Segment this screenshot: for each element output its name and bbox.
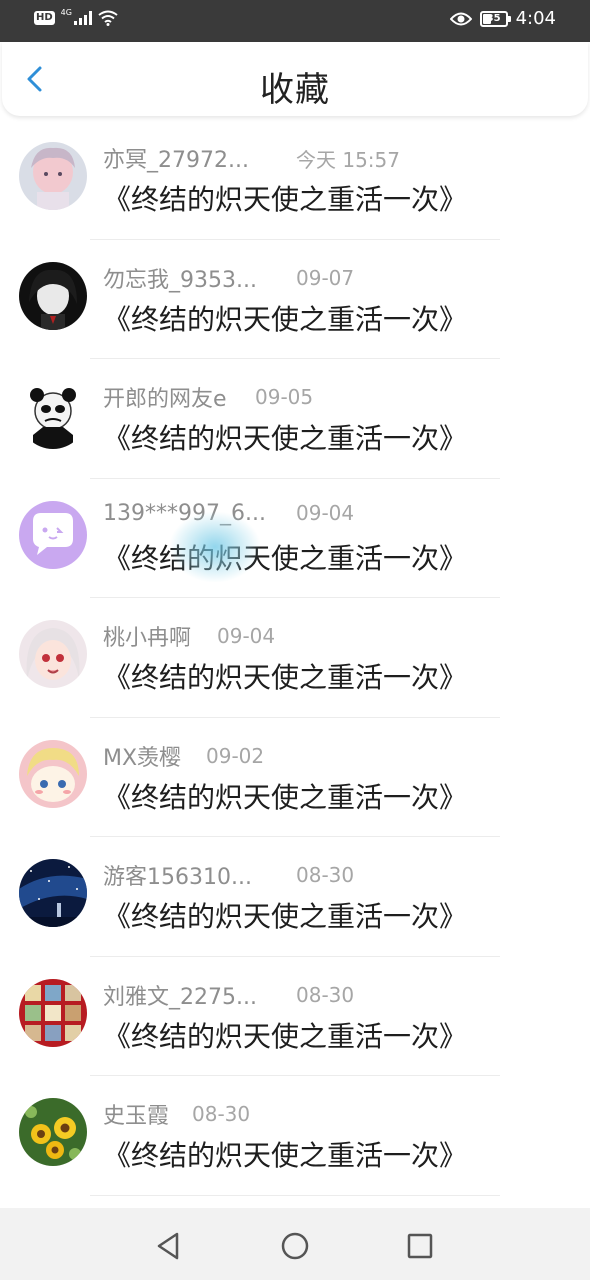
user-name[interactable]: 桃小冉啊	[103, 620, 217, 652]
avatar[interactable]	[19, 739, 87, 808]
item-time: 09-07	[296, 265, 355, 290]
square-recents-icon	[407, 1233, 433, 1259]
user-name[interactable]: 139***997_6...	[103, 501, 296, 526]
status-time: 4:04	[515, 8, 556, 29]
triangle-back-icon	[157, 1232, 179, 1260]
item-time: 09-04	[296, 501, 355, 525]
avatar[interactable]	[19, 620, 87, 688]
list-item[interactable]: 游客156310... 08-30 《终结的炽天使之重活一次》	[0, 837, 590, 957]
avatar[interactable]	[19, 142, 87, 210]
list-item[interactable]: MX羡樱 09-02 《终结的炽天使之重活一次》	[0, 718, 590, 837]
item-title[interactable]: 《终结的炽天使之重活一次》	[103, 1134, 467, 1174]
user-name[interactable]: MX羡樱	[103, 740, 206, 772]
favorites-list: 亦冥_27972... 今天 15:57 《终结的炽天使之重活一次》 勿忘我_9…	[0, 120, 590, 1196]
item-time: 09-05	[255, 385, 314, 409]
wifi-icon	[98, 10, 118, 26]
list-item[interactable]: 开郎的网友e 09-05 《终结的炽天使之重活一次》	[0, 359, 590, 479]
status-bar: HD 4G 35 4:04	[0, 0, 590, 42]
signal-icon	[73, 11, 92, 25]
divider	[90, 1194, 500, 1196]
avatar[interactable]	[19, 859, 87, 927]
item-time: 08-30	[296, 982, 355, 1007]
list-item[interactable]: 亦冥_27972... 今天 15:57 《终结的炽天使之重活一次》	[0, 120, 590, 240]
user-name[interactable]: 亦冥_27972...	[103, 142, 296, 174]
list-item[interactable]: 刘雅文_2275... 08-30 《终结的炽天使之重活一次》	[0, 957, 590, 1076]
avatar[interactable]	[19, 978, 87, 1047]
network-type-label: 4G	[60, 7, 72, 17]
item-title[interactable]: 《终结的炽天使之重活一次》	[103, 178, 467, 218]
item-title[interactable]: 《终结的炽天使之重活一次》	[103, 417, 467, 457]
user-name[interactable]: 游客156310...	[103, 859, 296, 891]
list-item[interactable]: 139***997_6... 09-04 《终结的炽天使之重活一次》	[0, 479, 590, 598]
item-title[interactable]: 《终结的炽天使之重活一次》	[103, 656, 467, 696]
battery-level: 35	[486, 12, 501, 24]
header: 收藏	[2, 42, 588, 116]
item-title[interactable]: 《终结的炽天使之重活一次》	[103, 537, 467, 577]
item-time: 今天 15:57	[296, 147, 400, 172]
list-item[interactable]: 史玉霞 08-30 《终结的炽天使之重活一次》	[0, 1076, 590, 1196]
user-name[interactable]: 史玉霞	[103, 1098, 192, 1130]
item-title[interactable]: 《终结的炽天使之重活一次》	[103, 895, 467, 935]
user-name[interactable]: 刘雅文_2275...	[103, 979, 296, 1011]
status-left: HD 4G	[34, 7, 118, 26]
item-time: 08-30	[192, 1102, 251, 1126]
list-item[interactable]: 勿忘我_9353... 09-07 《终结的炽天使之重活一次》	[0, 240, 590, 359]
item-title[interactable]: 《终结的炽天使之重活一次》	[103, 776, 467, 816]
battery-icon: 35	[479, 10, 511, 27]
item-title[interactable]: 《终结的炽天使之重活一次》	[103, 298, 467, 338]
eye-icon	[449, 12, 472, 25]
item-time: 09-04	[217, 624, 276, 648]
avatar[interactable]	[19, 1098, 87, 1166]
user-name[interactable]: 开郎的网友e	[103, 381, 255, 413]
system-nav-bar	[0, 1208, 590, 1280]
item-time: 08-30	[296, 863, 355, 887]
nav-back-button[interactable]	[150, 1228, 186, 1264]
page-title: 收藏	[260, 70, 330, 110]
nav-recents-button[interactable]	[402, 1228, 438, 1264]
hd-badge: HD	[34, 11, 55, 25]
user-name[interactable]: 勿忘我_9353...	[103, 262, 296, 294]
status-right: 35 4:04	[449, 8, 556, 29]
item-title[interactable]: 《终结的炽天使之重活一次》	[103, 1015, 467, 1055]
avatar[interactable]	[19, 261, 87, 330]
item-time: 09-02	[206, 743, 265, 768]
avatar[interactable]	[19, 381, 87, 449]
circle-home-icon	[281, 1232, 309, 1260]
avatar[interactable]	[19, 500, 87, 569]
list-item[interactable]: 桃小冉啊 09-04 《终结的炽天使之重活一次》	[0, 598, 590, 718]
nav-home-button[interactable]	[277, 1228, 313, 1264]
